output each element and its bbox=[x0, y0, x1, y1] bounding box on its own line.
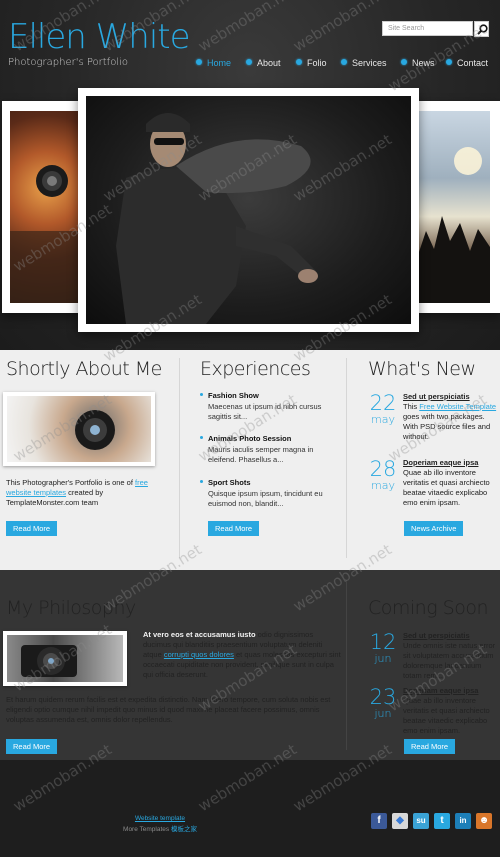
camera-icon bbox=[21, 645, 77, 677]
about-read-more-button[interactable]: Read More bbox=[6, 521, 58, 536]
website-template-link[interactable]: Website template bbox=[135, 815, 185, 822]
event-date: 12 jun bbox=[369, 630, 397, 665]
news-date: 28 may bbox=[369, 457, 397, 492]
experiences-title: Experiences bbox=[200, 358, 311, 380]
column-divider bbox=[346, 580, 347, 750]
nav-item-home[interactable]: Home bbox=[196, 58, 231, 68]
linkedin-icon[interactable]: in bbox=[455, 813, 471, 829]
facebook-icon[interactable]: f bbox=[371, 813, 387, 829]
reddit-icon[interactable]: ☻ bbox=[476, 813, 492, 829]
philosophy-read-more-button[interactable]: Read More bbox=[6, 739, 58, 754]
free-website-template-link[interactable]: Free Website Template bbox=[419, 402, 496, 411]
landscape-silhouette bbox=[416, 147, 490, 303]
footer-credits: Website template More Templates 模板之家 bbox=[123, 815, 197, 833]
logo-last-name: White bbox=[95, 17, 191, 57]
slide-photo-main bbox=[86, 96, 411, 324]
whats-new-column: What's New bbox=[368, 358, 498, 380]
column-divider bbox=[179, 358, 180, 558]
experiences-column: Experiences bbox=[200, 358, 340, 380]
slide-photo-right bbox=[416, 111, 490, 303]
coming-soon-title: Coming Soon bbox=[368, 597, 489, 619]
about-title: Shortly About Me bbox=[6, 358, 162, 380]
news-text: This Free Website Template goes with two… bbox=[403, 402, 497, 441]
search-icon bbox=[477, 24, 488, 35]
news-title-link[interactable]: Doperiam eaque ipsa bbox=[403, 458, 498, 467]
about-text: This Photographer's Portfolio is one of … bbox=[6, 478, 148, 507]
event-body: Sed ut perspiciatis Unde omnis iste natu… bbox=[403, 631, 498, 681]
bullet-icon bbox=[341, 59, 347, 65]
event-text: Unde omnis iste natus error sit voluptat… bbox=[403, 641, 496, 680]
about-column: Shortly About Me bbox=[6, 358, 171, 380]
whats-new-title: What's New bbox=[368, 358, 476, 380]
news-archive-button[interactable]: News Archive bbox=[404, 521, 464, 536]
nav-item-news[interactable]: News bbox=[401, 58, 435, 68]
bullet-icon bbox=[246, 59, 252, 65]
experience-item: Sport Shots Quisque ipsum ipsum, tincidu… bbox=[200, 478, 330, 509]
more-templates-link[interactable]: 模板之家 bbox=[171, 826, 197, 833]
bullet-icon bbox=[200, 393, 203, 396]
bullet-icon bbox=[200, 436, 203, 439]
philosophy-photo bbox=[7, 635, 123, 682]
event-date: 23 jun bbox=[369, 685, 397, 720]
event-title-link[interactable]: Doperiam eaque ipsa bbox=[403, 686, 498, 695]
experience-item: Fashion Show Maecenas ut ipsum id nibh c… bbox=[200, 391, 330, 422]
experience-text: Mauris iaculis semper magna in eleifend.… bbox=[208, 445, 314, 464]
philosophy-paragraph: Et harum quidem rerum facilis est et exp… bbox=[6, 695, 331, 724]
camera-lens-icon bbox=[75, 410, 115, 450]
about-photo bbox=[7, 396, 151, 462]
slide-right[interactable] bbox=[416, 101, 500, 313]
experience-title[interactable]: Fashion Show bbox=[200, 391, 330, 400]
bullet-icon bbox=[296, 59, 302, 65]
philosophy-column: My Philosophy bbox=[6, 597, 206, 619]
nav-item-folio[interactable]: Folio bbox=[296, 58, 327, 68]
experience-text: Quisque ipsum ipsum, tincidunt eu euismo… bbox=[208, 489, 323, 508]
experiences-read-more-button[interactable]: Read More bbox=[208, 521, 260, 536]
news-title-link[interactable]: Sed ut perspiciatis bbox=[403, 392, 498, 401]
twitter-icon[interactable]: t bbox=[434, 813, 450, 829]
slide-main[interactable] bbox=[78, 88, 419, 332]
experience-text: Maecenas ut ipsum id nibh cursus sagitti… bbox=[208, 402, 322, 421]
bullet-icon bbox=[196, 59, 202, 65]
news-text: Quae ab illo inventore veritatis et quas… bbox=[403, 468, 490, 507]
corrupti-link[interactable]: corrupti quos dolores bbox=[164, 650, 234, 659]
coming-soon-column: Coming Soon bbox=[368, 597, 498, 619]
experience-item: Animals Photo Session Mauris iaculis sem… bbox=[200, 434, 330, 465]
logo-name: Ellen White bbox=[8, 17, 191, 57]
stumbleupon-icon[interactable]: su bbox=[413, 813, 429, 829]
nav-item-about[interactable]: About bbox=[246, 58, 281, 68]
news-date: 22 may bbox=[369, 391, 397, 426]
search-button[interactable] bbox=[474, 21, 489, 37]
footer bbox=[0, 760, 500, 857]
logo-tagline: Photographer's Portfolio bbox=[8, 57, 128, 68]
philosophy-title: My Philosophy bbox=[6, 597, 136, 619]
philosophy-lead: At vero eos et accusamus iusto odio dign… bbox=[143, 630, 341, 679]
delicious-icon[interactable]: ◆ bbox=[392, 813, 408, 829]
bullet-icon bbox=[401, 59, 407, 65]
bullet-icon bbox=[200, 480, 203, 483]
site-logo[interactable]: Ellen White Photographer's Portfolio bbox=[8, 17, 191, 68]
event-body: Doperiam eaque ipsa Quae ab illo invento… bbox=[403, 686, 498, 736]
nav-item-services[interactable]: Services bbox=[341, 58, 387, 68]
experience-title[interactable]: Animals Photo Session bbox=[200, 434, 330, 443]
about-photo-frame bbox=[3, 392, 155, 466]
search-input[interactable]: Site Search bbox=[382, 21, 473, 36]
bullet-icon bbox=[446, 59, 452, 65]
model-silhouette bbox=[116, 113, 318, 324]
experience-title[interactable]: Sport Shots bbox=[200, 478, 330, 487]
nav-item-contact[interactable]: Contact bbox=[446, 58, 488, 68]
news-body: Sed ut perspiciatis This Free Website Te… bbox=[403, 392, 498, 442]
philosophy-photo-frame bbox=[3, 631, 127, 686]
photographer-silhouette bbox=[10, 165, 82, 303]
slide-photo-left bbox=[10, 111, 82, 303]
event-title-link[interactable]: Sed ut perspiciatis bbox=[403, 631, 498, 640]
slide-left[interactable] bbox=[2, 101, 82, 313]
event-text: Quae ab illo inventore veritatis et quas… bbox=[403, 696, 490, 735]
logo-first-name: Ellen bbox=[8, 17, 87, 57]
column-divider bbox=[346, 358, 347, 558]
coming-soon-read-more-button[interactable]: Read More bbox=[404, 739, 456, 754]
news-body: Doperiam eaque ipsa Quae ab illo invento… bbox=[403, 458, 498, 508]
